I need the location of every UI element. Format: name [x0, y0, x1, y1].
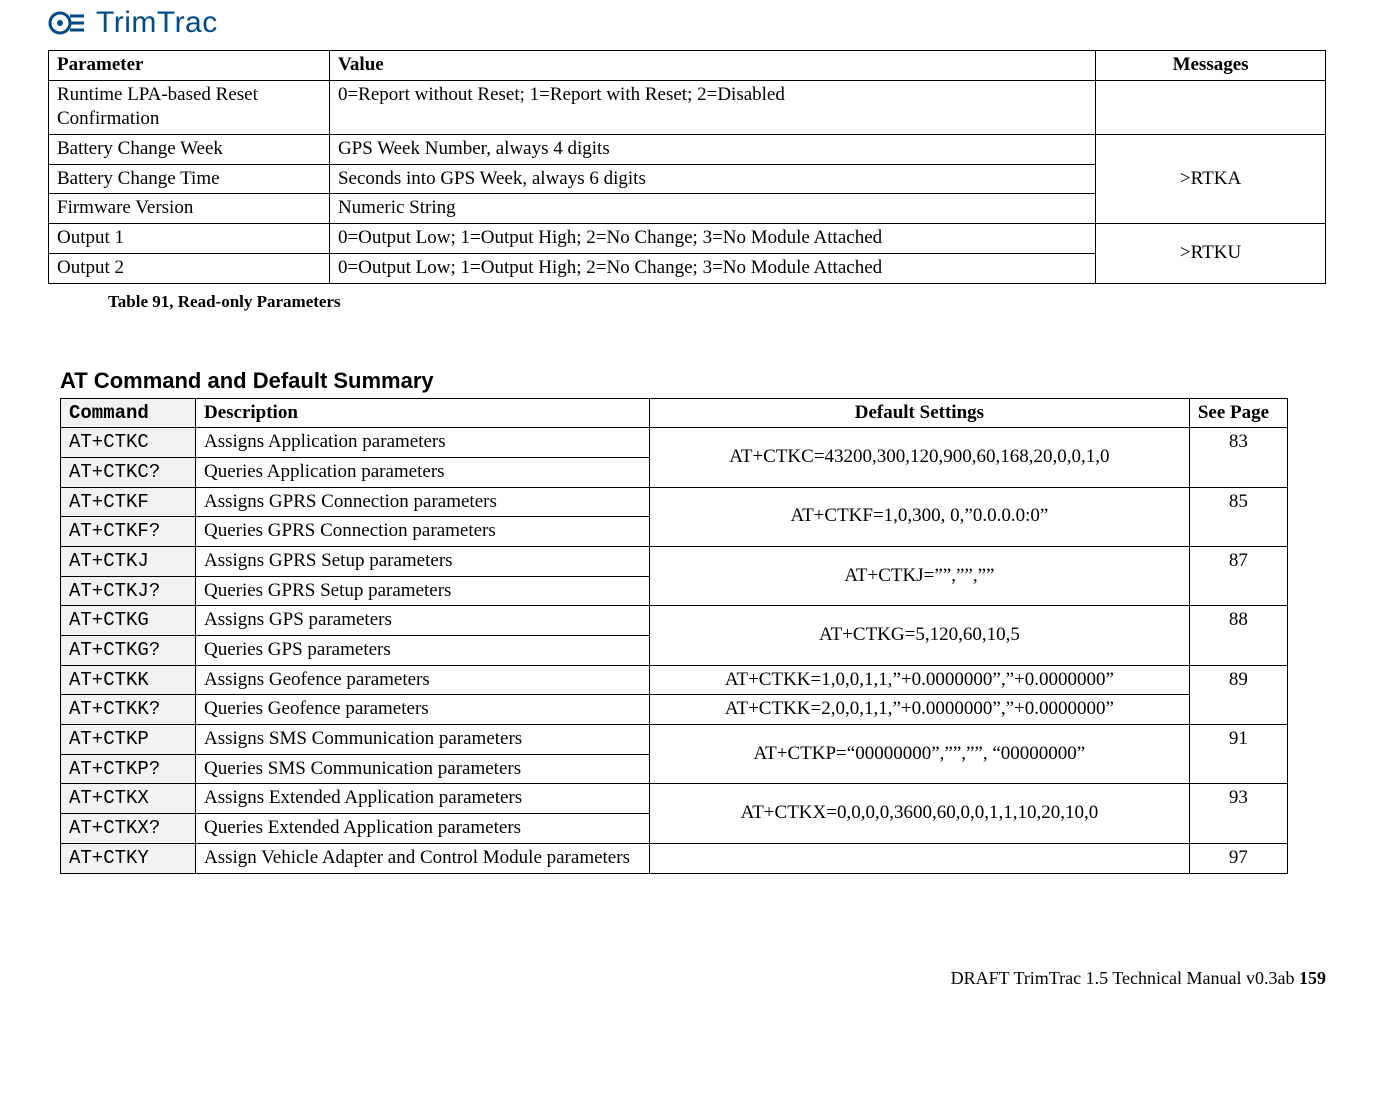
cell-desc: Queries GPS parameters [195, 636, 649, 666]
cell-default: AT+CTKK=1,0,0,1,1,”+0.0000000”,”+0.00000… [649, 665, 1189, 695]
page-header: TrimTrac [48, 0, 1326, 50]
cell-param: Battery Change Week [49, 135, 330, 165]
cell-param: Runtime LPA-based Reset Confirmation [49, 80, 330, 134]
cell-value: 0=Report without Reset; 1=Report with Re… [329, 80, 1095, 134]
table-row: Battery Change Week GPS Week Number, alw… [49, 135, 1326, 165]
brand-text: TrimTrac [96, 6, 218, 40]
table-row: AT+CTKK? Queries Geofence parameters AT+… [61, 695, 1288, 725]
cell-value: Seconds into GPS Week, always 6 digits [329, 164, 1095, 194]
table-row: AT+CTKG Assigns GPS parameters AT+CTKG=5… [61, 606, 1288, 636]
page-footer: DRAFT TrimTrac 1.5 Technical Manual v0.3… [48, 968, 1326, 989]
at-command-table: Command Description Default Settings See… [60, 398, 1288, 874]
cell-msg-rtku: >RTKU [1096, 224, 1326, 283]
cell-cmd: AT+CTKY [61, 843, 196, 873]
cell-page: 93 [1189, 784, 1287, 843]
cell-msg-rtka: >RTKA [1096, 135, 1326, 224]
cell-cmd: AT+CTKC? [61, 457, 196, 487]
cell-cmd: AT+CTKJ [61, 546, 196, 576]
cell-desc: Assigns GPS parameters [195, 606, 649, 636]
cell-cmd: AT+CTKG [61, 606, 196, 636]
cell-param: Output 2 [49, 253, 330, 283]
cell-value: Numeric String [329, 194, 1095, 224]
table-row: AT+CTKX Assigns Extended Application par… [61, 784, 1288, 814]
table-row: AT+CTKC Assigns Application parameters A… [61, 428, 1288, 458]
table-row: AT+CTKJ Assigns GPRS Setup parameters AT… [61, 546, 1288, 576]
table-row: Runtime LPA-based Reset Confirmation 0=R… [49, 80, 1326, 134]
th-description: Description [195, 398, 649, 428]
cell-cmd: AT+CTKP? [61, 754, 196, 784]
table-row: AT+CTKY Assign Vehicle Adapter and Contr… [61, 843, 1288, 873]
cell-desc: Assigns Application parameters [195, 428, 649, 458]
cell-default: AT+CTKF=1,0,300, 0,”0.0.0.0:0” [649, 487, 1189, 546]
cell-page: 89 [1189, 665, 1287, 724]
cell-page: 85 [1189, 487, 1287, 546]
cell-cmd: AT+CTKK? [61, 695, 196, 725]
cell-cmd: AT+CTKK [61, 665, 196, 695]
cell-desc: Assigns GPRS Setup parameters [195, 546, 649, 576]
cell-default: AT+CTKC=43200,300,120,900,60,168,20,0,0,… [649, 428, 1189, 487]
th-command: Command [61, 398, 196, 428]
table-caption: Table 91, Read-only Parameters [108, 292, 1326, 312]
cell-page: 88 [1189, 606, 1287, 665]
cell-cmd: AT+CTKP [61, 725, 196, 755]
cell-cmd: AT+CTKG? [61, 636, 196, 666]
th-messages: Messages [1096, 51, 1326, 81]
th-parameter: Parameter [49, 51, 330, 81]
footer-text: DRAFT TrimTrac 1.5 Technical Manual v0.3… [951, 968, 1299, 988]
cell-page: 91 [1189, 725, 1287, 784]
cell-param: Battery Change Time [49, 164, 330, 194]
cell-cmd: AT+CTKX? [61, 814, 196, 844]
cell-desc: Queries Application parameters [195, 457, 649, 487]
th-seepage: See Page [1189, 398, 1287, 428]
section-title: AT Command and Default Summary [48, 368, 1326, 394]
footer-page-number: 159 [1299, 968, 1326, 988]
cell-desc: Assigns Geofence parameters [195, 665, 649, 695]
cell-desc: Assigns SMS Communication parameters [195, 725, 649, 755]
cell-value: 0=Output Low; 1=Output High; 2=No Change… [329, 253, 1095, 283]
th-value: Value [329, 51, 1095, 81]
readonly-params-table: Parameter Value Messages Runtime LPA-bas… [48, 50, 1326, 284]
table-row: AT+CTKP Assigns SMS Communication parame… [61, 725, 1288, 755]
th-default: Default Settings [649, 398, 1189, 428]
cell-page: 87 [1189, 546, 1287, 605]
cell-desc: Assigns Extended Application parameters [195, 784, 649, 814]
cell-cmd: AT+CTKC [61, 428, 196, 458]
cell-desc: Assigns GPRS Connection parameters [195, 487, 649, 517]
table-header-row: Command Description Default Settings See… [61, 398, 1288, 428]
cell-desc: Queries Extended Application parameters [195, 814, 649, 844]
cell-default: AT+CTKX=0,0,0,0,3600,60,0,0,1,1,10,20,10… [649, 784, 1189, 843]
table-row: Output 1 0=Output Low; 1=Output High; 2=… [49, 224, 1326, 254]
cell-cmd: AT+CTKF? [61, 517, 196, 547]
cell-default [649, 843, 1189, 873]
cell-desc: Queries Geofence parameters [195, 695, 649, 725]
table-header-row: Parameter Value Messages [49, 51, 1326, 81]
cell-default: AT+CTKG=5,120,60,10,5 [649, 606, 1189, 665]
cell-default: AT+CTKJ=””,””,”” [649, 546, 1189, 605]
cell-cmd: AT+CTKF [61, 487, 196, 517]
cell-cmd: AT+CTKX [61, 784, 196, 814]
cell-default: AT+CTKK=2,0,0,1,1,”+0.0000000”,”+0.00000… [649, 695, 1189, 725]
cell-desc: Queries GPRS Connection parameters [195, 517, 649, 547]
logo-icon [48, 8, 88, 38]
cell-desc: Assign Vehicle Adapter and Control Modul… [195, 843, 649, 873]
cell-page: 83 [1189, 428, 1287, 487]
cell-param: Output 1 [49, 224, 330, 254]
cell-value: 0=Output Low; 1=Output High; 2=No Change… [329, 224, 1095, 254]
table-row: AT+CTKF Assigns GPRS Connection paramete… [61, 487, 1288, 517]
logo: TrimTrac [48, 6, 218, 40]
cell-msg [1096, 80, 1326, 134]
cell-desc: Queries SMS Communication parameters [195, 754, 649, 784]
cell-default: AT+CTKP=“00000000”,””,””, “00000000” [649, 725, 1189, 784]
cell-cmd: AT+CTKJ? [61, 576, 196, 606]
cell-desc: Queries GPRS Setup parameters [195, 576, 649, 606]
cell-param: Firmware Version [49, 194, 330, 224]
cell-value: GPS Week Number, always 4 digits [329, 135, 1095, 165]
cell-page: 97 [1189, 843, 1287, 873]
table-row: AT+CTKK Assigns Geofence parameters AT+C… [61, 665, 1288, 695]
